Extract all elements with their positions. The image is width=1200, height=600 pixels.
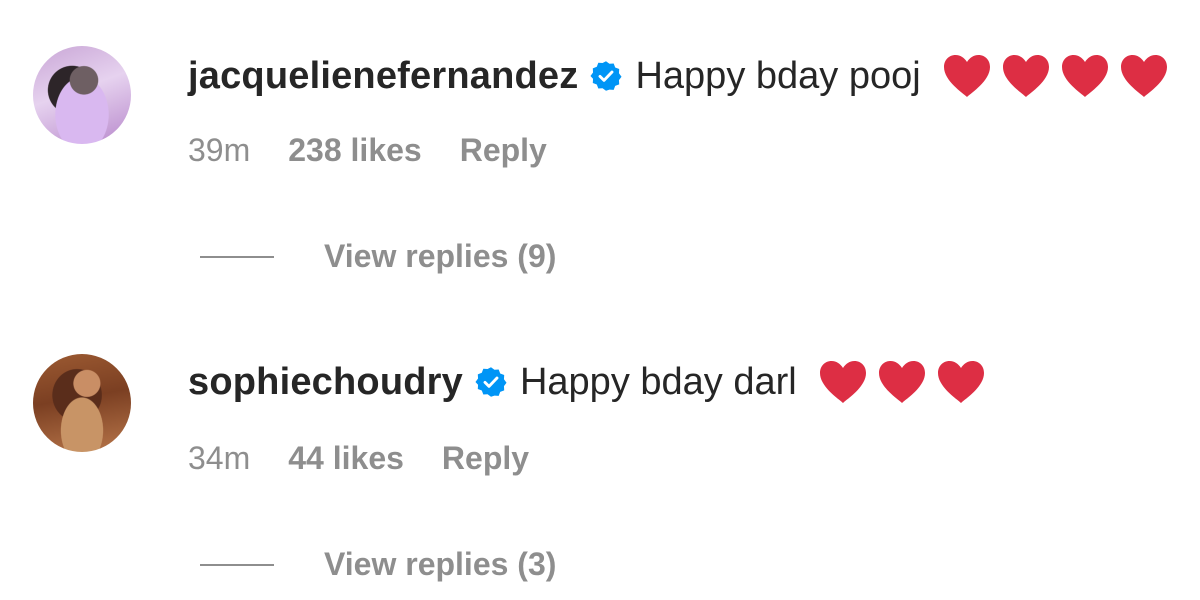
reply-button[interactable]: Reply — [442, 438, 529, 478]
heart-icon — [943, 55, 990, 97]
divider-line — [200, 563, 274, 566]
comment-username[interactable]: sophiechoudry — [188, 358, 463, 406]
heart-icon — [1120, 55, 1167, 97]
divider-line — [200, 255, 274, 258]
heart-emojis — [817, 359, 994, 405]
comment-meta: 34m 44 likes Reply — [188, 438, 567, 478]
view-replies-button[interactable]: View replies (9) — [200, 238, 556, 275]
comments-list: jacquelienefernandez Happy bday pooj 39m… — [0, 0, 1200, 600]
comment-timestamp[interactable]: 34m — [188, 438, 250, 478]
comment-text: Happy bday pooj — [635, 55, 921, 97]
heart-emojis — [941, 53, 1177, 99]
comment-text: Happy bday darl — [519, 361, 797, 403]
heart-icon — [937, 361, 984, 403]
comment-body: jacquelienefernandez Happy bday pooj — [188, 52, 1177, 100]
comment-body: sophiechoudry Happy bday darl — [188, 358, 994, 406]
heart-icon — [819, 361, 866, 403]
comment-timestamp[interactable]: 39m — [188, 130, 250, 170]
reply-button[interactable]: Reply — [460, 130, 547, 170]
verified-badge-icon — [590, 61, 622, 91]
heart-icon — [1061, 55, 1108, 97]
verified-badge-icon — [475, 367, 507, 397]
heart-icon — [1002, 55, 1049, 97]
comment-username[interactable]: jacquelienefernandez — [188, 52, 578, 100]
view-replies-label: View replies (9) — [324, 238, 557, 274]
heart-icon — [878, 361, 925, 403]
avatar[interactable] — [33, 46, 131, 144]
view-replies-label: View replies (3) — [324, 546, 557, 582]
view-replies-button[interactable]: View replies (3) — [200, 546, 556, 583]
comment-likes-count[interactable]: 44 likes — [288, 438, 404, 478]
comment-likes-count[interactable]: 238 likes — [288, 130, 421, 170]
avatar[interactable] — [33, 354, 131, 452]
comment-meta: 39m 238 likes Reply — [188, 130, 585, 170]
